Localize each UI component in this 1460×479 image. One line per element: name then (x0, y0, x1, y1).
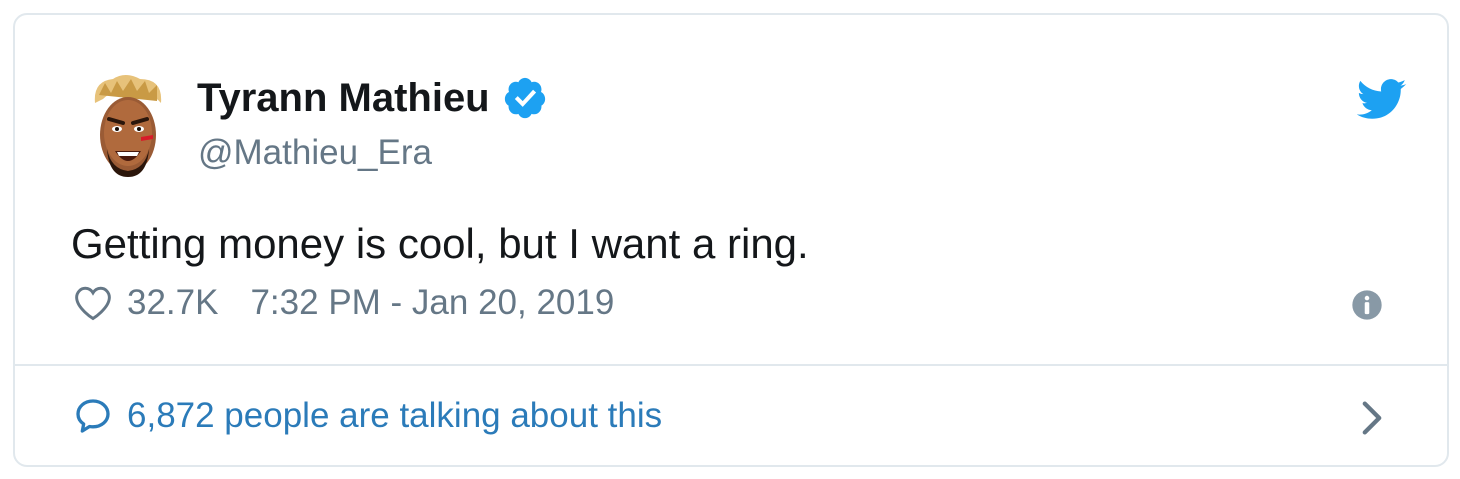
tweet-timestamp[interactable]: 7:32 PM - Jan 20, 2019 (250, 283, 614, 323)
info-icon[interactable] (1351, 289, 1383, 321)
chevron-right-icon[interactable] (1361, 400, 1383, 436)
like-count[interactable]: 32.7K (127, 283, 218, 323)
avatar[interactable] (85, 73, 171, 183)
author-handle[interactable]: @Mathieu_Era (198, 133, 432, 173)
speech-bubble-icon (76, 399, 110, 433)
twitter-bird-icon[interactable] (1357, 79, 1407, 121)
tweet-body: Tyrann Mathieu @Mathieu_Era Getting mone… (15, 15, 1447, 364)
author-display-name[interactable]: Tyrann Mathieu (197, 76, 490, 121)
tweet-card[interactable]: Tyrann Mathieu @Mathieu_Era Getting mone… (13, 13, 1449, 467)
verified-badge-icon (504, 77, 545, 119)
heart-icon[interactable] (73, 285, 113, 321)
conversation-count-text[interactable]: 6,872 people are talking about this (127, 396, 662, 436)
conversation-link-content[interactable]: 6,872 people are talking about this (73, 396, 662, 436)
tweet-meta: 32.7K 7:32 PM - Jan 20, 2019 (73, 281, 614, 325)
author-name-row[interactable]: Tyrann Mathieu (197, 75, 548, 121)
cartoon-avatar-image (94, 75, 162, 177)
tweet-text: Getting money is cool, but I want a ring… (71, 220, 809, 267)
conversation-link[interactable]: 6,872 people are talking about this (15, 366, 1447, 465)
